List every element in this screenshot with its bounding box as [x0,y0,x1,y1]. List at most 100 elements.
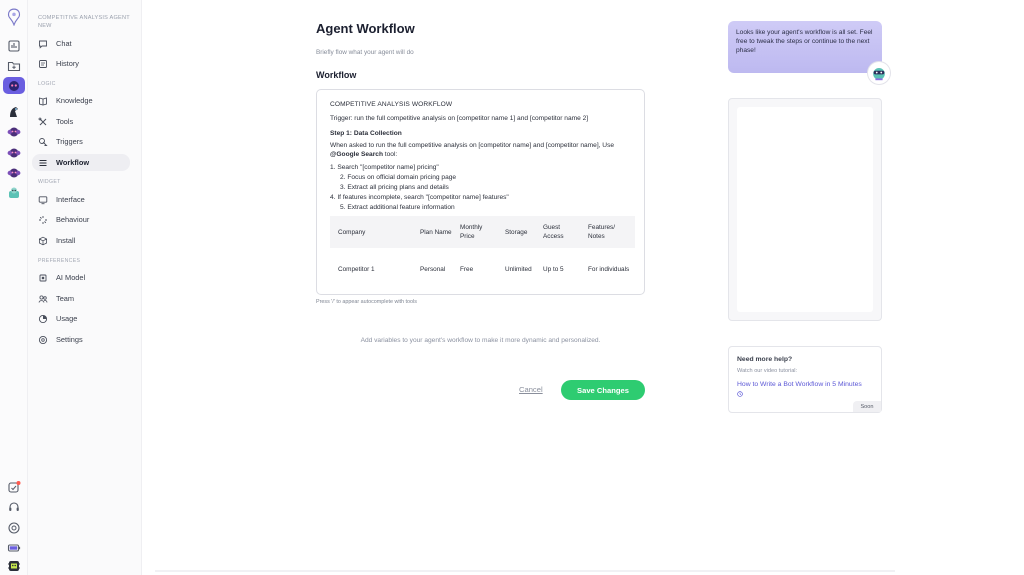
tools-icon [38,117,47,125]
column-header: Storage [501,216,539,248]
table-row: Competitor 1 Personal Free Unlimited Up … [330,248,635,292]
table-cell: Free [460,266,474,274]
install-icon [39,236,47,245]
agent-avatar-icon[interactable] [5,185,23,201]
sidebar-item-ai-model[interactable]: AI Model [32,269,128,286]
step-description: When asked to run the full competitive a… [330,141,635,159]
table-cell: Competitor 1 [338,266,375,274]
history-icon [39,59,47,68]
ai-model-icon [39,274,47,281]
list-item: 3. Extract all pricing plans and details [340,184,449,191]
step-description-suffix: tool: [382,151,398,158]
sidebar-item-tools[interactable]: Tools [32,113,128,130]
sidebar-item-knowledge[interactable]: Knowledge [32,92,128,109]
sidebar-item-label: AI Model [56,273,86,282]
icon-rail [0,0,28,575]
table-header-row: Company Plan Name Monthly Price Storage … [330,216,635,248]
sidebar-item-interface[interactable]: Interface [32,191,128,208]
notifications-icon[interactable] [5,479,23,495]
sidebar-item-label: Settings [56,335,83,344]
sidebar-item-label: Install [56,236,76,245]
table-cell: For individuals [588,266,630,274]
tutorial-link-text[interactable]: How to Write a Bot Workflow in 5 Minutes [737,381,862,388]
workflow-section-title: Workflow [316,70,357,80]
tutorial-link[interactable]: How to Write a Bot Workflow in 5 Minutes [737,380,867,400]
chat-preview-area [737,107,873,312]
autocomplete-hint: Press '/' to appear autocomplete with to… [316,299,417,305]
variables-hint: Add variables to your agent's workflow t… [360,337,601,344]
behaviour-icon [39,215,47,224]
sidebar-item-history[interactable]: History [32,55,128,72]
help-card: Need more help? Watch our video tutorial… [728,346,882,413]
reports-icon[interactable] [5,38,23,54]
folder-add-icon[interactable] [5,58,23,74]
battery-credits-icon[interactable] [5,540,23,556]
list-item: 4. If features incomplete, search "[comp… [330,194,509,201]
interface-icon [38,195,48,204]
sidebar-item-label: Usage [56,314,78,323]
agent-avatar-icon[interactable] [5,124,23,140]
sidebar-item-label: Chat [56,39,72,48]
column-header: Monthly Price [456,216,501,248]
sidebar-item-install[interactable]: Install [32,232,128,249]
workflow-heading: COMPETITIVE ANALYSIS WORKFLOW [330,101,453,108]
sidebar-item-usage[interactable]: Usage [32,310,128,327]
sidebar-item-label: Knowledge [56,96,93,105]
step-description-text: When asked to run the full competitive a… [330,142,615,149]
step-title: Step 1: Data Collection [330,130,402,137]
workflow-trigger: Trigger: run the full competitive analys… [330,115,589,122]
chat-icon [39,40,47,49]
sidebar-item-label: Behaviour [56,215,90,224]
bot-avatar-icon [868,62,890,84]
pricing-table: Company Plan Name Monthly Price Storage … [330,216,635,292]
chat-preview-panel[interactable] [728,98,882,321]
assistant-message-bubble: Looks like your agent's workflow is all … [728,21,882,73]
section-label-preferences: PREFERENCES [38,258,81,264]
tool-mention[interactable]: @Google Search [330,151,383,158]
workflow-editor[interactable]: COMPETITIVE ANALYSIS WORKFLOW Trigger: r… [316,89,645,295]
workspace-name: COMPETITIVE ANALYSIS AGENT NEW [38,15,130,29]
sidebar-item-label: Triggers [56,137,83,146]
agent-avatar-active-icon[interactable] [3,77,25,94]
triggers-icon [39,137,48,146]
sidebar-item-settings[interactable]: Settings [32,331,128,348]
agent-avatar-icon[interactable] [5,165,23,181]
sidebar-item-team[interactable]: Team [32,290,128,307]
user-avatar-icon[interactable] [5,558,23,574]
page-title: Agent Workflow [316,21,415,36]
sidebar-item-label: Team [56,294,75,303]
save-changes-button[interactable]: Save Changes [561,380,645,400]
help-circle-icon[interactable] [5,520,23,536]
page-subtitle: Briefly flow what your agent will do [316,49,414,56]
settings-icon [38,335,48,344]
help-subtitle: Watch our video tutorial: [737,368,798,374]
agent-avatar-icon[interactable] [5,145,23,161]
section-label-logic: LOGIC [38,81,56,87]
help-title: Need more help? [737,356,793,363]
step-list: 1. Search "[competitor name] pricing" 2.… [330,163,635,213]
cancel-button[interactable]: Cancel [519,385,543,394]
column-header: Guest Access [539,216,584,248]
divider [155,570,895,572]
clock-icon [737,391,743,397]
sidebar-item-label: Interface [56,195,85,204]
table-cell: Unlimited [505,266,532,274]
sidebar-item-triggers[interactable]: Triggers [32,133,128,150]
support-headset-icon[interactable] [5,499,23,515]
sidebar-item-label: History [56,59,79,68]
knowledge-icon [39,96,47,105]
sidebar-item-workflow[interactable]: Workflow [32,154,130,171]
sidebar-item-chat[interactable]: Chat [32,35,128,52]
agent-avatar-icon[interactable] [5,104,23,120]
column-header: Plan Name [416,216,456,248]
brand-logo-icon[interactable] [5,7,23,27]
sidebar-item-label: Tools [56,117,74,126]
list-item: 2. Focus on official domain pricing page [340,174,457,181]
workflow-icon [39,159,47,166]
usage-icon [38,314,48,323]
table-cell: Up to 5 [543,266,564,274]
sidebar-item-behaviour[interactable]: Behaviour [32,211,128,228]
soon-badge: Soon [853,401,881,412]
sidebar-item-label: Workflow [56,158,90,167]
table-cell: Personal [420,266,446,274]
